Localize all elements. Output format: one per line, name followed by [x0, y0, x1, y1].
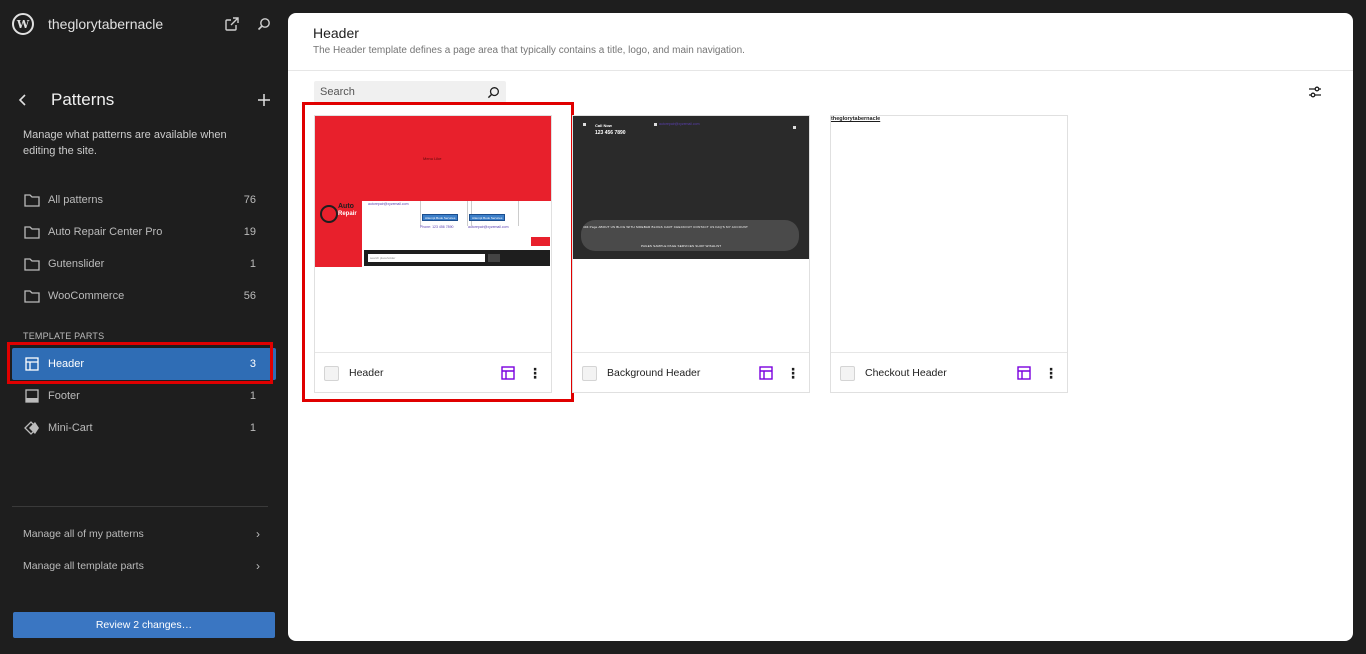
category-all-patterns[interactable]: All patterns 76 [12, 184, 276, 216]
pattern-preview[interactable]: Call Now 123 456 7890 autorepair@xyzemai… [573, 116, 809, 353]
category-woocommerce[interactable]: WooCommerce 56 [12, 280, 276, 312]
back-button[interactable] [12, 88, 34, 112]
patterns-header: Patterns [12, 88, 276, 112]
preview-text: Call Now [595, 123, 612, 128]
view-options-button[interactable] [1305, 81, 1325, 103]
site-header: W theglorytabernacle [12, 12, 276, 36]
category-gutenslider[interactable]: Gutenslider 1 [12, 248, 276, 280]
manage-label: Manage all template parts [23, 560, 144, 572]
search-input[interactable] [320, 86, 486, 98]
folder-icon [23, 287, 41, 305]
preview-dark-banner: Call Now 123 456 7890 autorepair@xyzemai… [573, 116, 809, 259]
patterns-title: Patterns [51, 90, 115, 109]
preview-text: PAGES SAMPLE PAGE SERVICES SHOP WISHLIST [641, 244, 722, 248]
template-part-count: 1 [249, 390, 256, 402]
category-label: Gutenslider [48, 258, 105, 270]
folder-icon [23, 191, 41, 209]
category-count: 19 [243, 226, 256, 238]
pattern-preview[interactable]: theglorytabernacle [831, 116, 1067, 353]
search-icon[interactable] [486, 85, 500, 99]
sliders-icon [1309, 86, 1321, 98]
folder-icon [23, 255, 41, 273]
template-part-footer[interactable]: Footer 1 [12, 380, 276, 412]
more-options-icon[interactable]: ⋮ [1043, 364, 1059, 382]
main-panel: Header The Header template defines a pag… [288, 13, 1353, 641]
template-part-label: Footer [48, 390, 80, 402]
chevron-right-icon: › [256, 527, 260, 541]
preview-text: 123 456 7890 [595, 130, 626, 136]
category-count: 1 [249, 258, 256, 270]
sidebar-description: Manage what patterns are available when … [23, 129, 227, 157]
preview-text: autorepair@xyzemail.com [659, 122, 700, 126]
select-checkbox[interactable] [582, 365, 597, 381]
selection-highlight [7, 342, 273, 384]
add-pattern-button[interactable] [252, 88, 276, 112]
preview-text: 404 Page ABOUT US BLOG WITH SIDEBAR BLOG… [583, 225, 748, 229]
card-footer: Background Header ⋮ [573, 354, 809, 392]
manage-links: Manage all of my patterns › Manage all t… [12, 518, 268, 582]
template-part-icon [1015, 364, 1033, 382]
category-label: All patterns [48, 194, 104, 206]
template-part-icon [757, 364, 775, 382]
template-part-label: Mini-Cart [48, 422, 93, 434]
template-part-count: 1 [249, 422, 256, 434]
card-title[interactable]: Checkout Header [865, 367, 1015, 379]
review-changes-button[interactable]: Review 2 changes… [13, 612, 275, 638]
category-count: 56 [243, 290, 256, 302]
manage-patterns-link[interactable]: Manage all of my patterns › [12, 518, 268, 550]
preview-dot [654, 123, 657, 126]
more-options-icon[interactable]: ⋮ [785, 364, 801, 382]
wordpress-logo-icon[interactable]: W [12, 13, 34, 35]
category-auto-repair-center-pro[interactable]: Auto Repair Center Pro 19 [12, 216, 276, 248]
preview-text: theglorytabernacle [831, 116, 881, 122]
search-icon[interactable] [252, 12, 276, 36]
divider [12, 506, 268, 507]
pattern-card-checkout-header[interactable]: theglorytabernacle Checkout Header ⋮ [830, 115, 1068, 393]
template-parts-heading: TEMPLATE PARTS [23, 331, 105, 341]
pattern-categories: All patterns 76 Auto Repair Center Pro 1… [12, 184, 276, 312]
template-part-mini-cart[interactable]: Mini-Cart 1 [12, 412, 276, 444]
manage-template-parts-link[interactable]: Manage all template parts › [12, 550, 268, 582]
selection-highlight [302, 102, 574, 402]
page-title: Header [313, 25, 359, 41]
search-box [314, 81, 506, 103]
card-title[interactable]: Background Header [607, 367, 757, 379]
footer-layout-icon [23, 387, 41, 405]
site-name[interactable]: theglorytabernacle [48, 16, 212, 32]
card-footer: Checkout Header ⋮ [831, 354, 1067, 392]
category-label: Auto Repair Center Pro [48, 226, 163, 238]
main-header: Header The Header template defines a pag… [288, 13, 1353, 71]
preview-cart-icon [793, 126, 796, 129]
chevron-right-icon: › [256, 559, 260, 573]
external-link-icon[interactable] [220, 12, 244, 36]
page-description: The Header template defines a page area … [313, 45, 745, 56]
manage-label: Manage all of my patterns [23, 528, 144, 540]
category-label: WooCommerce [48, 290, 125, 302]
sidebar: W theglorytabernacle Patterns Manage wha… [0, 0, 288, 654]
select-checkbox[interactable] [840, 365, 855, 381]
preview-dot [583, 123, 586, 126]
symbol-diamond-icon [23, 419, 41, 437]
pattern-card-background-header[interactable]: Call Now 123 456 7890 autorepair@xyzemai… [572, 115, 810, 393]
category-count: 76 [243, 194, 256, 206]
folder-icon [23, 223, 41, 241]
